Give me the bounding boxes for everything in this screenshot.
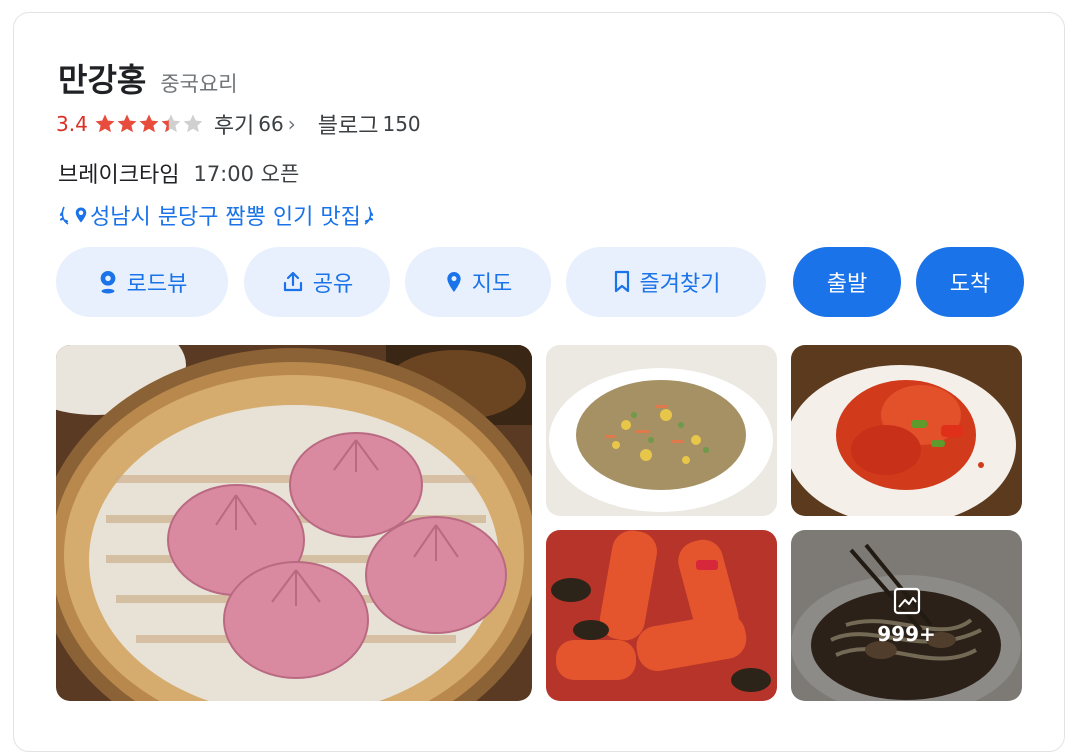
depart-button[interactable]: 출발: [793, 247, 901, 317]
chevron-right-icon[interactable]: ›: [288, 112, 296, 136]
roadview-icon: [100, 271, 115, 294]
place-card: 만강홍 중국요리 3.4 후기 66 › 블로그 150 브레이크타임 17:0…: [13, 12, 1065, 752]
more-photos-overlay[interactable]: 999+: [791, 530, 1022, 701]
star-icon: [160, 113, 182, 135]
share-button[interactable]: 공유: [244, 247, 390, 317]
rating-row: 3.4 후기 66 › 블로그 150: [56, 109, 421, 139]
more-photos-count: 999+: [877, 621, 936, 646]
popular-badge[interactable]: 성남시 분당구 짬뽕 인기 맛집: [58, 199, 375, 231]
photo-chili-shrimp[interactable]: [791, 345, 1022, 516]
blog-count[interactable]: 150: [382, 112, 420, 136]
reviews-label[interactable]: 후기: [214, 108, 254, 140]
map-pin-icon: [447, 272, 461, 292]
bookmark-label: 즐겨찾기: [639, 272, 721, 297]
badge-text: 성남시 분당구 짬뽕 인기 맛집: [90, 205, 361, 230]
hours-row: 브레이크타임 17:00 오픈: [58, 157, 299, 189]
arrive-button[interactable]: 도착: [916, 247, 1024, 317]
place-name[interactable]: 만강홍: [58, 55, 146, 101]
photo-xiaolongbao[interactable]: [56, 345, 532, 701]
laurel-right-icon: [364, 206, 373, 225]
star-icon: [116, 113, 138, 135]
roadview-label: 로드뷰: [126, 272, 188, 297]
rating-stars: [94, 113, 204, 135]
rating-value: 3.4: [56, 112, 88, 136]
arrive-label: 도착: [949, 272, 991, 297]
title-row: 만강홍 중국요리: [58, 55, 238, 101]
star-icon: [94, 113, 116, 135]
star-icon: [182, 113, 204, 135]
action-buttons: 로드뷰 공유 지도 즐겨찾기 출발 도착: [56, 247, 1024, 317]
reviews-count[interactable]: 66: [258, 112, 283, 136]
map-label: 지도: [471, 272, 513, 297]
laurel-left-icon: [59, 206, 69, 225]
photo-sweet-sour-pork[interactable]: [546, 530, 777, 701]
share-icon: [283, 271, 302, 292]
map-button[interactable]: 지도: [405, 247, 551, 317]
business-status: 브레이크타임: [58, 163, 180, 188]
photo-more[interactable]: 999+: [791, 530, 1022, 701]
photo-gallery-icon: [893, 587, 920, 614]
blog-label[interactable]: 블로그: [318, 108, 379, 140]
bookmark-icon: [614, 270, 629, 293]
place-category: 중국요리: [160, 72, 238, 96]
location-pin-icon: [75, 207, 87, 223]
star-icon: [138, 113, 160, 135]
share-label: 공유: [312, 272, 354, 297]
photo-fried-rice[interactable]: [546, 345, 777, 516]
bookmark-button[interactable]: 즐겨찾기: [566, 247, 766, 317]
roadview-button[interactable]: 로드뷰: [56, 247, 228, 317]
depart-label: 출발: [826, 272, 868, 297]
opening-time: 17:00 오픈: [193, 162, 300, 186]
